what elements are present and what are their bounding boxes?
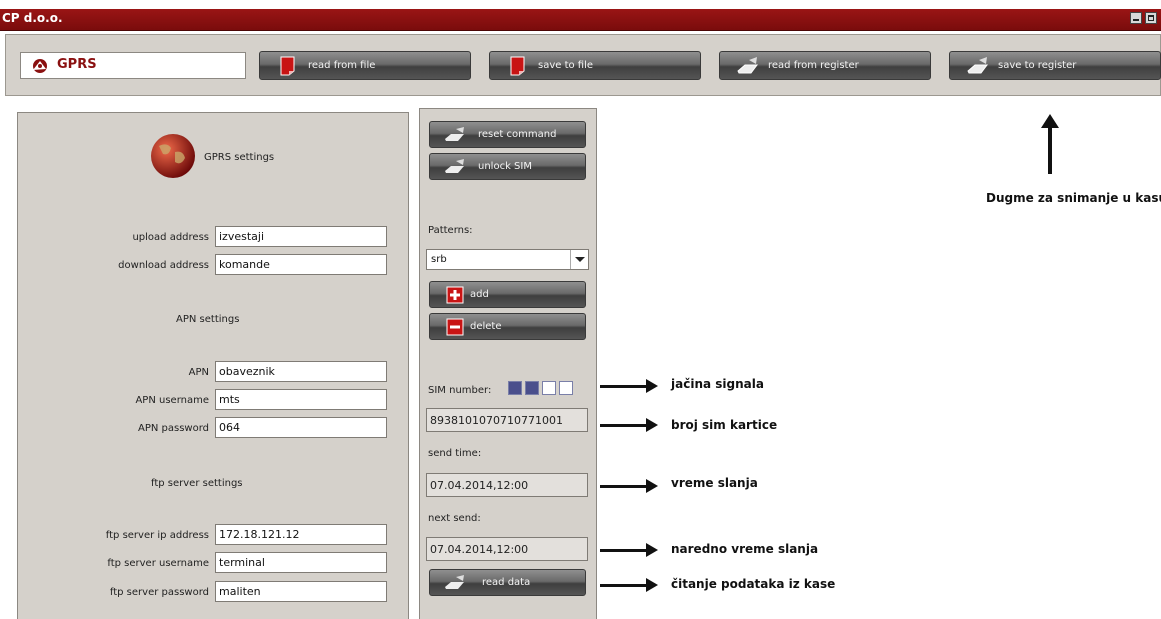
cash-register-icon [445, 127, 464, 141]
read-from-register-button[interactable]: read from register [719, 51, 931, 80]
ftp-username-input[interactable]: terminal [215, 552, 387, 573]
file-icon [510, 56, 525, 76]
unlock-sim-button[interactable]: unlock SIM [429, 153, 586, 180]
sim-number-field: 8938101070710771001 [426, 408, 588, 432]
save-to-register-button[interactable]: save to register [949, 51, 1161, 80]
arrow-right-annotation [600, 479, 658, 493]
send-time-label: send time: [428, 448, 482, 459]
section-indicator: GPRS [20, 52, 246, 79]
add-pattern-button[interactable]: add [429, 281, 586, 308]
ftp-username-label: ftp server username [107, 558, 209, 569]
cash-register-icon [445, 575, 464, 589]
reset-command-button[interactable]: reset command [429, 121, 586, 148]
signal-bar [525, 381, 539, 395]
annotation-sim: broj sim kartice [671, 418, 778, 432]
up-arrow-annotation [1041, 114, 1059, 174]
signal-bar [542, 381, 556, 395]
gprs-settings-heading: GPRS settings [204, 152, 275, 163]
arrow-right-annotation [600, 379, 658, 393]
section-label: GPRS [57, 57, 97, 72]
gprs-settings-panel: GPRS settings upload address izvestaji d… [17, 112, 409, 619]
next-send-label: next send: [428, 513, 481, 524]
apn-password-label: APN password [137, 423, 209, 434]
apn-username-input[interactable]: mts [215, 389, 387, 410]
annotation-read-data: čitanje podataka iz kase [671, 577, 836, 591]
chevron-down-icon[interactable] [570, 250, 588, 269]
window-title: CP d.o.o. [2, 11, 63, 25]
annotation-save-register: Dugme za snimanje u kasu [986, 191, 1161, 205]
minimize-button[interactable] [1130, 12, 1142, 24]
globe-icon [151, 134, 195, 178]
arrow-right-annotation [600, 418, 658, 432]
apn-username-label: APN username [135, 395, 209, 406]
read-from-register-label: read from register [768, 60, 859, 71]
commands-panel: reset command unlock SIM Patterns: srb a… [419, 108, 597, 619]
add-label: add [470, 289, 489, 300]
send-time-field: 07.04.2014,12:00 [426, 473, 588, 497]
save-to-file-button[interactable]: save to file [489, 51, 701, 80]
apn-label: APN [188, 367, 209, 378]
sim-number-label: SIM number: [428, 385, 492, 396]
unlock-sim-label: unlock SIM [478, 161, 532, 172]
read-data-label: read data [482, 577, 531, 588]
arrow-right-annotation [600, 543, 658, 557]
arrow-right-annotation [600, 578, 658, 592]
cash-register-icon [967, 57, 988, 74]
annotation-signal: jačina signala [671, 377, 764, 391]
file-icon [280, 56, 295, 76]
read-data-button[interactable]: read data [429, 569, 586, 596]
save-to-register-label: save to register [998, 60, 1077, 71]
satellite-icon [33, 59, 47, 73]
cash-register-icon [737, 57, 758, 74]
cash-register-icon [445, 159, 464, 173]
patterns-select[interactable]: srb [426, 249, 589, 270]
ftp-password-input[interactable]: maliten [215, 581, 387, 602]
apn-settings-heading: APN settings [176, 314, 240, 325]
read-from-file-label: read from file [308, 60, 376, 71]
signal-bar [559, 381, 573, 395]
delete-label: delete [470, 321, 502, 332]
delete-icon [446, 318, 464, 336]
next-send-field: 07.04.2014,12:00 [426, 537, 588, 561]
annotation-send-time: vreme slanja [671, 476, 758, 490]
patterns-label: Patterns: [428, 225, 473, 236]
maximize-button[interactable] [1145, 12, 1157, 24]
annotation-next-send: naredno vreme slanja [671, 542, 819, 556]
signal-strength-indicator [508, 381, 598, 397]
download-address-input[interactable]: komande [215, 254, 387, 275]
upload-address-input[interactable]: izvestaji [215, 226, 387, 247]
delete-pattern-button[interactable]: delete [429, 313, 586, 340]
add-icon [446, 286, 464, 304]
apn-input[interactable]: obaveznik [215, 361, 387, 382]
toolbar: GPRS read from file save to file read fr… [5, 34, 1161, 96]
patterns-selected-value: srb [431, 254, 447, 265]
save-to-file-label: save to file [538, 60, 594, 71]
upload-address-label: upload address [132, 232, 209, 243]
signal-bar [508, 381, 522, 395]
download-address-label: download address [118, 260, 209, 271]
ftp-settings-heading: ftp server settings [151, 478, 243, 489]
title-bar: CP d.o.o. [0, 0, 1161, 34]
read-from-file-button[interactable]: read from file [259, 51, 471, 80]
ftp-ip-label: ftp server ip address [105, 530, 209, 541]
apn-password-input[interactable]: 064 [215, 417, 387, 438]
ftp-ip-input[interactable]: 172.18.121.12 [215, 524, 387, 545]
ftp-password-label: ftp server password [109, 587, 209, 598]
reset-command-label: reset command [478, 129, 557, 140]
